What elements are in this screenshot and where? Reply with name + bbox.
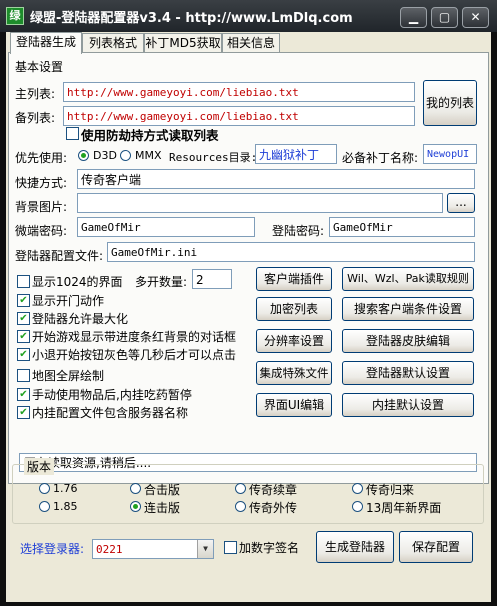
- version-radio-xuzhang[interactable]: [235, 483, 246, 494]
- resources-input[interactable]: 九幽狱补丁: [255, 144, 337, 164]
- anti-hijack-label: 使用防劫持方式读取列表: [81, 128, 219, 143]
- version-label: 传奇归来: [366, 483, 415, 497]
- ui-edit-button[interactable]: 界面UI编辑: [256, 393, 332, 417]
- main-window: 绿 绿盟-登陆器配置器v3.4 - http://www.LmDlq.com ▁…: [0, 0, 497, 606]
- my-list-button[interactable]: 我的列表: [423, 80, 477, 126]
- small-exit-gray-checkbox[interactable]: ✔: [17, 348, 30, 361]
- version-radio-lianji[interactable]: [130, 501, 141, 512]
- launcher-default-button[interactable]: 登陆器默认设置: [342, 361, 474, 385]
- tab-patch-md5[interactable]: 补丁MD5获取: [144, 33, 222, 53]
- version-label: 1.76: [53, 482, 78, 495]
- bg-image-input[interactable]: [77, 193, 443, 213]
- d3d-radio-label: D3D: [93, 149, 117, 162]
- title-bar[interactable]: 绿 绿盟-登陆器配置器v3.4 - http://www.LmDlq.com ▁…: [0, 0, 497, 32]
- priority-label: 优先使用:: [15, 151, 68, 165]
- include-server-name-label: 内挂配置文件包含服务器名称: [32, 406, 189, 420]
- login-password-label: 登陆密码:: [272, 224, 325, 238]
- version-label: 连击版: [144, 501, 181, 515]
- version-label: 13周年新界面: [366, 501, 442, 515]
- main-list-input[interactable]: http://www.gameyoyi.com/liebiao.txt: [63, 82, 415, 102]
- tab-label: 登陆器生成: [15, 35, 76, 49]
- tab-label: 补丁MD5获取: [145, 36, 221, 50]
- backup-list-label: 备列表:: [15, 111, 56, 125]
- mmx-radio[interactable]: [120, 150, 131, 161]
- fullscreen-map-label: 地图全屏绘制: [32, 369, 105, 383]
- resources-label: Resources目录:: [169, 151, 258, 164]
- encrypt-list-button[interactable]: 加密列表: [256, 297, 332, 321]
- version-radio-heji[interactable]: [130, 483, 141, 494]
- backup-list-input[interactable]: http://www.gameyoyi.com/liebiao.txt: [63, 106, 415, 126]
- maximize-button[interactable]: ▢: [431, 7, 458, 28]
- version-label: 1.85: [53, 500, 78, 513]
- tab-generate[interactable]: 登陆器生成: [10, 32, 82, 54]
- progress-dialog-label: 开始游戏显示带进度条红背景的对话框: [32, 330, 237, 344]
- version-label: 传奇续章: [249, 483, 298, 497]
- show-1024-checkbox[interactable]: [17, 275, 30, 288]
- small-exit-gray-label: 小退开始按钮灰色等几秒后才可以点击: [32, 348, 237, 362]
- version-radio-guilai[interactable]: [352, 483, 363, 494]
- include-server-name-checkbox[interactable]: ✔: [17, 406, 30, 419]
- show-1024-label: 显示1024的界面: [32, 275, 123, 289]
- shortcut-input[interactable]: 传奇客户端: [77, 169, 475, 189]
- tab-list-format[interactable]: 列表格式: [82, 33, 144, 53]
- patch-name-label: 必备补丁名称:: [342, 151, 419, 165]
- micro-password-label: 微端密码:: [15, 224, 68, 238]
- anti-hijack-checkbox[interactable]: [66, 127, 79, 140]
- manual-items-checkbox[interactable]: ✔: [17, 388, 30, 401]
- plugin-default-button[interactable]: 内挂默认设置: [342, 393, 474, 417]
- allow-maximize-label: 登陆器允许最大化: [32, 312, 129, 326]
- resolution-button[interactable]: 分辨率设置: [256, 329, 332, 353]
- tab-about[interactable]: 相关信息: [222, 33, 280, 53]
- progress-dialog-checkbox[interactable]: ✔: [17, 330, 30, 343]
- main-list-label: 主列表:: [15, 87, 56, 101]
- shortcut-label: 快捷方式:: [15, 176, 68, 190]
- save-config-button[interactable]: 保存配置: [399, 531, 473, 563]
- client-plugin-button[interactable]: 客户端插件: [256, 267, 332, 291]
- allow-maximize-checkbox[interactable]: ✔: [17, 312, 30, 325]
- config-file-label: 登陆器配置文件:: [15, 249, 104, 263]
- d3d-radio[interactable]: [78, 150, 89, 161]
- digital-sign-label: 加数字签名: [239, 541, 300, 555]
- version-radio-waizhuan[interactable]: [235, 501, 246, 512]
- patch-name-input[interactable]: NewopUI: [423, 144, 477, 164]
- show-door-anim-label: 显示开门动作: [32, 294, 105, 308]
- green-leaf-icon: 绿: [6, 7, 24, 25]
- version-radio-1-85[interactable]: [39, 501, 50, 512]
- minimize-button[interactable]: ▁: [400, 7, 427, 28]
- search-client-button[interactable]: 搜索客户端条件设置: [342, 297, 474, 321]
- bg-image-label: 背景图片:: [15, 200, 68, 214]
- version-label: 合击版: [144, 483, 181, 497]
- version-radio-13th[interactable]: [352, 501, 363, 512]
- window-title: 绿盟-登陆器配置器v3.4 - http://www.LmDlq.com: [30, 11, 353, 26]
- fullscreen-map-checkbox[interactable]: [17, 369, 30, 382]
- tab-label: 列表格式: [88, 36, 137, 50]
- generate-launcher-button[interactable]: 生成登陆器: [316, 531, 394, 563]
- multi-count-input[interactable]: 2: [192, 269, 232, 289]
- integrate-file-button[interactable]: 集成特殊文件: [256, 361, 332, 385]
- login-password-input[interactable]: GameOfMir: [329, 217, 475, 237]
- launcher-select[interactable]: 0221 ▼: [92, 539, 214, 559]
- wil-rules-button[interactable]: Wil、Wzl、Pak读取规则: [342, 267, 474, 291]
- version-radio-1-76[interactable]: [39, 483, 50, 494]
- mmx-radio-label: MMX: [135, 149, 162, 162]
- version-label: 传奇外传: [249, 501, 298, 515]
- generate-panel: 基本设置 主列表: http://www.gameyoyi.com/liebia…: [8, 52, 489, 484]
- basic-settings-heading: 基本设置: [15, 60, 64, 74]
- multi-count-label: 多开数量:: [135, 275, 188, 289]
- close-button[interactable]: ✕: [462, 7, 489, 28]
- micro-password-input[interactable]: GameOfMir: [77, 217, 255, 237]
- version-heading: 版本: [24, 458, 55, 475]
- client-area: 登陆器生成 列表格式 补丁MD5获取 相关信息 基本设置 主列表: http:/…: [6, 32, 491, 602]
- config-file-input[interactable]: GameOfMir.ini: [107, 242, 475, 262]
- browse-button[interactable]: ...: [447, 193, 475, 213]
- select-launcher-label: 选择登录器:: [20, 542, 85, 556]
- show-door-anim-checkbox[interactable]: ✔: [17, 294, 30, 307]
- tab-label: 相关信息: [226, 36, 275, 50]
- launcher-select-value: 0221: [96, 543, 123, 556]
- chevron-down-icon[interactable]: ▼: [197, 540, 213, 558]
- digital-sign-checkbox[interactable]: [224, 541, 237, 554]
- skin-edit-button[interactable]: 登陆器皮肤编辑: [342, 329, 474, 353]
- manual-items-label: 手动使用物品后,内挂吃药暂停: [32, 388, 192, 402]
